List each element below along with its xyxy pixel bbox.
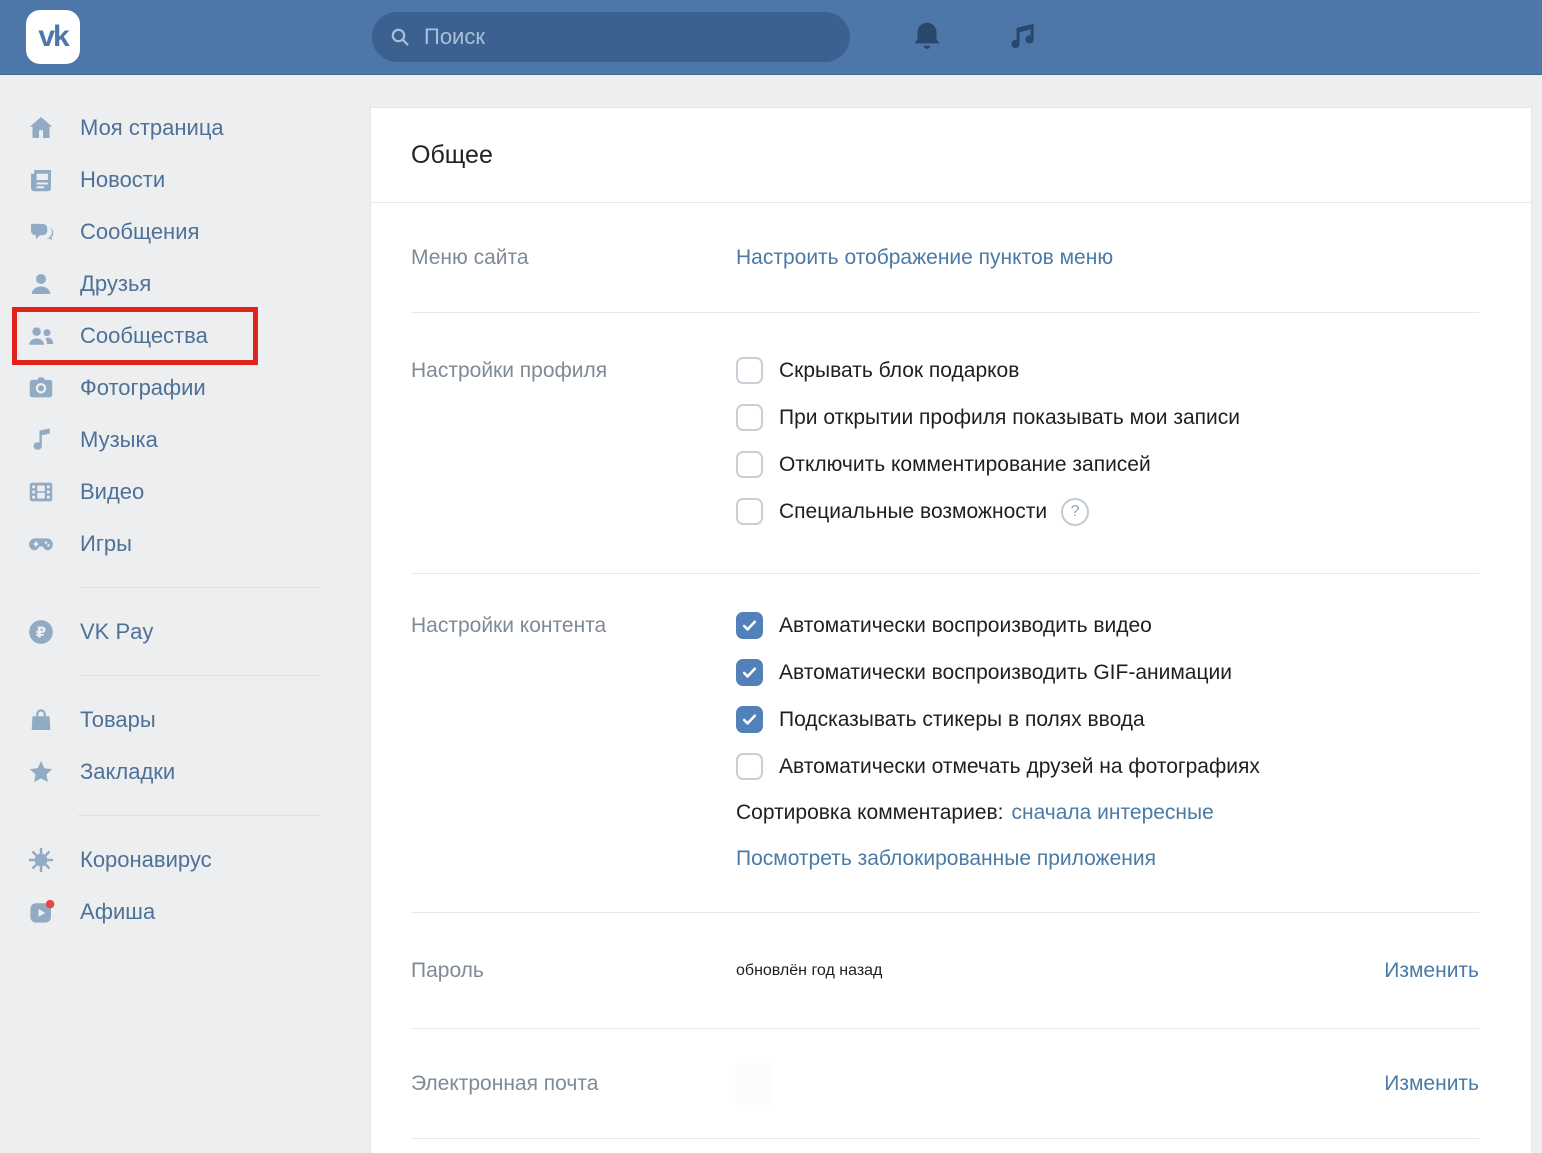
comment-sort-row: Сортировка комментариев: сначала интерес…	[736, 790, 1479, 836]
checkbox-autoplay-gif[interactable]	[736, 659, 763, 686]
search-input[interactable]: Поиск	[372, 12, 850, 62]
sidebar-item-vk-pay[interactable]: ₽ VK Pay	[0, 606, 370, 658]
checkbox-autoplay-video[interactable]	[736, 612, 763, 639]
sidebar-item-communities[interactable]: Сообщества	[0, 310, 370, 362]
row-label: Пароль	[411, 959, 736, 983]
sidebar-divider	[78, 815, 320, 816]
vk-logo-text: vk	[38, 20, 67, 54]
vkpay-icon: ₽	[26, 617, 56, 647]
checkbox-row: Скрывать блок подарков	[736, 347, 1479, 394]
sidebar-item-photos[interactable]: Фотографии	[0, 362, 370, 414]
checkbox-row: Подсказывать стикеры в полях ввода	[736, 696, 1479, 743]
photos-icon	[26, 373, 56, 403]
sidebar-item-bookmarks[interactable]: Закладки	[0, 746, 370, 798]
section-label: Настройки контента	[411, 602, 736, 912]
content-settings-section: Настройки контента Автоматически воспрои…	[371, 574, 1531, 912]
sidebar-divider	[78, 587, 320, 588]
checkbox-disable-comments[interactable]	[736, 451, 763, 478]
sidebar-item-video[interactable]: Видео	[0, 466, 370, 518]
checkbox-row: Специальные возможности ?	[736, 488, 1479, 535]
coronavirus-icon	[26, 845, 56, 875]
music-notes-icon[interactable]	[1002, 18, 1040, 56]
search-placeholder: Поиск	[424, 24, 485, 50]
comment-sort-link[interactable]: сначала интересные	[1011, 801, 1213, 825]
checkbox-auto-tag-friends[interactable]	[736, 753, 763, 780]
password-row: Пароль обновлён год назад Изменить	[371, 913, 1531, 1028]
friend-icon	[26, 269, 56, 299]
video-icon	[26, 477, 56, 507]
sidebar-item-friends[interactable]: Друзья	[0, 258, 370, 310]
home-icon	[26, 113, 56, 143]
checkbox-accessibility[interactable]	[736, 498, 763, 525]
checkbox-hide-gifts[interactable]	[736, 357, 763, 384]
communities-icon	[26, 321, 56, 351]
row-label: Меню сайта	[411, 246, 736, 270]
page-title: Общее	[411, 141, 493, 170]
search-icon	[388, 25, 412, 49]
sidebar-divider	[78, 675, 320, 676]
blocked-apps-row: Посмотреть заблокированные приложения	[736, 836, 1479, 882]
checkbox-row: Отключить комментирование записей	[736, 441, 1479, 488]
svg-text:₽: ₽	[36, 624, 46, 641]
help-icon[interactable]: ?	[1061, 498, 1089, 526]
checkbox-row: Автоматически воспроизводить GIF-анимаци…	[736, 649, 1479, 696]
section-label: Настройки профиля	[411, 347, 736, 573]
sidebar-item-games[interactable]: Игры	[0, 518, 370, 570]
sidebar-item-news[interactable]: Новости	[0, 154, 370, 206]
email-row: Электронная почта Изменить	[371, 1029, 1531, 1138]
row-label: Электронная почта	[411, 1072, 736, 1096]
topbar: vk Поиск	[0, 0, 1542, 75]
checkbox-row: При открытии профиля показывать мои запи…	[736, 394, 1479, 441]
sidebar: Моя страница Новости Сообщения Д	[0, 75, 370, 1153]
change-password-link[interactable]: Изменить	[1384, 959, 1479, 983]
games-icon	[26, 529, 56, 559]
sidebar-item-market[interactable]: Товары	[0, 694, 370, 746]
email-value-redacted	[736, 1064, 772, 1104]
checkbox-suggest-stickers[interactable]	[736, 706, 763, 733]
divider	[411, 1138, 1479, 1139]
notifications-bell-icon[interactable]	[908, 18, 946, 56]
music-icon	[26, 425, 56, 455]
checkbox-show-my-posts[interactable]	[736, 404, 763, 431]
site-menu-row: Меню сайта Настроить отображение пунктов…	[371, 203, 1531, 312]
sidebar-item-music[interactable]: Музыка	[0, 414, 370, 466]
comment-sort-label: Сортировка комментариев:	[736, 801, 1003, 825]
checkbox-row: Автоматически отмечать друзей на фотогра…	[736, 743, 1479, 790]
change-email-link[interactable]: Изменить	[1384, 1072, 1479, 1096]
blocked-apps-link[interactable]: Посмотреть заблокированные приложения	[736, 847, 1156, 871]
card-header: Общее	[371, 108, 1531, 202]
sidebar-item-coronavirus[interactable]: Коронавирус	[0, 834, 370, 886]
messages-icon	[26, 217, 56, 247]
settings-card: Общее Меню сайта Настроить отображение п…	[370, 107, 1532, 1153]
profile-settings-section: Настройки профиля Скрывать блок подарков…	[371, 313, 1531, 573]
bookmarks-icon	[26, 757, 56, 787]
configure-menu-link[interactable]: Настроить отображение пунктов меню	[736, 246, 1113, 269]
afisha-icon	[26, 897, 56, 927]
sidebar-item-messages[interactable]: Сообщения	[0, 206, 370, 258]
market-icon	[26, 705, 56, 735]
news-icon	[26, 165, 56, 195]
vk-logo[interactable]: vk	[26, 10, 80, 64]
checkbox-row: Автоматически воспроизводить видео	[736, 602, 1479, 649]
sidebar-item-my-page[interactable]: Моя страница	[0, 102, 370, 154]
notification-badge	[46, 900, 55, 909]
sidebar-item-afisha[interactable]: Афиша	[0, 886, 370, 938]
password-value: обновлён год назад	[736, 962, 882, 980]
